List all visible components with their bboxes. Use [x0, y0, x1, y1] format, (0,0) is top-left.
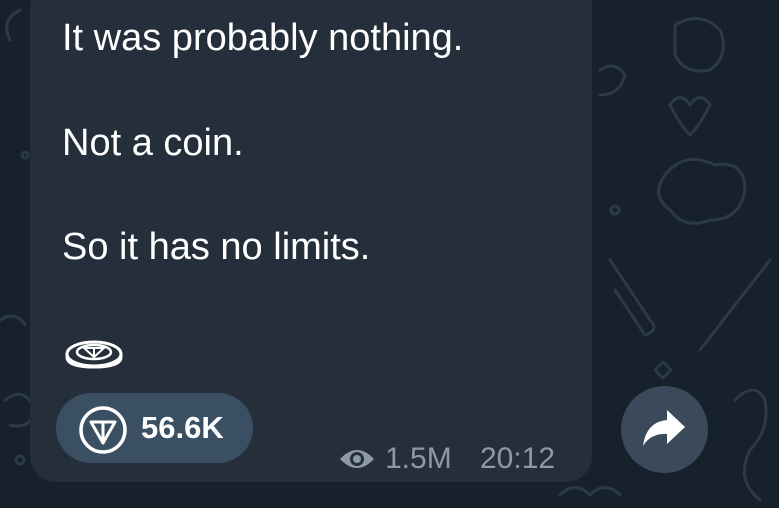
- share-arrow-icon: [643, 410, 685, 446]
- message-line-3: So it has no limits.: [62, 226, 371, 268]
- view-count: 1.5M: [385, 442, 452, 475]
- reaction-button[interactable]: 56.6K: [56, 393, 253, 463]
- ton-logo-icon: [79, 406, 127, 454]
- message-line-1: It was probably nothing.: [62, 17, 464, 59]
- message-time: 20:12: [480, 442, 556, 475]
- share-button[interactable]: [621, 386, 708, 473]
- eye-icon: [340, 450, 374, 468]
- message-line-2: Not a coin.: [62, 122, 244, 164]
- ton-coin-icon: [65, 340, 123, 369]
- reaction-count: 56.6K: [141, 410, 224, 445]
